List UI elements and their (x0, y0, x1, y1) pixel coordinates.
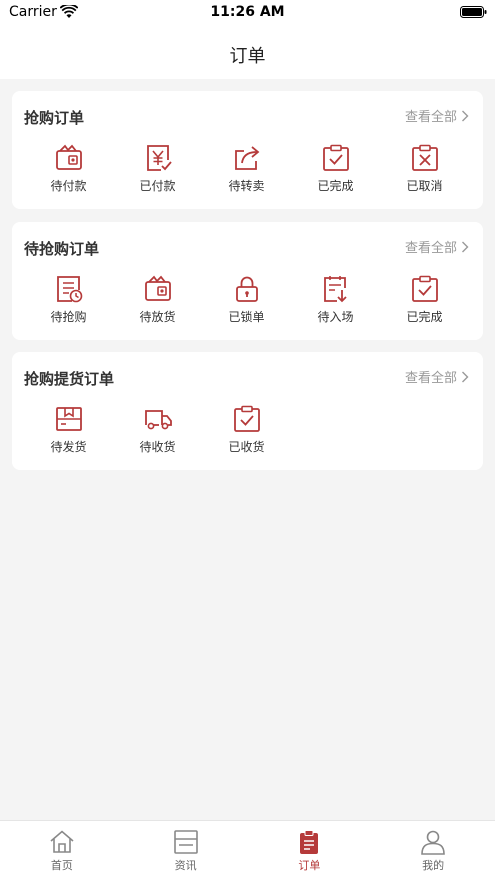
tab-label: 订单 (298, 859, 321, 872)
order-status-received[interactable]: 已收货 (202, 404, 291, 455)
order-status-label: 已取消 (406, 179, 443, 193)
box-icon (55, 407, 82, 431)
truck-icon (144, 410, 172, 430)
battery-icon (460, 6, 487, 18)
order-status-label: 已完成 (317, 179, 354, 193)
chevron-right-icon (462, 241, 469, 252)
order-status-locked[interactable]: 已锁单 (202, 274, 291, 325)
wallet-icon (144, 275, 171, 301)
download-doc-icon (323, 276, 347, 303)
section-title: 待抢购订单 (24, 240, 100, 258)
clipboard-check-icon (322, 144, 349, 171)
news-icon (173, 830, 198, 854)
section-title: 抢购提货订单 (24, 370, 115, 388)
status-bar: Carrier 11:26 AM (0, 0, 495, 26)
order-icon (300, 830, 319, 854)
clock: 11:26 AM (210, 4, 285, 20)
order-status-label: 待发货 (50, 440, 87, 454)
view-all-link[interactable]: 查看全部 (405, 237, 469, 256)
order-status-paid[interactable]: 已付款 (113, 143, 202, 194)
clipboard-x-icon (411, 144, 438, 171)
order-status-completed[interactable]: 已完成 (380, 274, 469, 325)
order-status-pending-entry[interactable]: 待入场 (291, 274, 380, 325)
navigation-bar: 订单 (0, 26, 495, 79)
home-icon (50, 830, 74, 853)
clipboard-check-icon (233, 405, 260, 432)
section-title: 抢购订单 (24, 109, 85, 127)
view-all-link[interactable]: 查看全部 (405, 106, 469, 125)
view-all-label: 查看全部 (404, 110, 457, 125)
tab-profile[interactable]: 我的 (371, 821, 495, 881)
tab-label: 我的 (422, 859, 445, 872)
tab-label: 资讯 (174, 859, 197, 872)
order-status-pending-payment[interactable]: 待付款 (24, 143, 113, 194)
order-status-label: 已锁单 (228, 310, 265, 324)
order-status-pending-receipt[interactable]: 待收货 (113, 404, 202, 455)
section-card-pickup-orders: 抢购提货订单 查看全部 待发货 待收货 已收货 (12, 352, 483, 470)
page-title: 订单 (229, 46, 266, 67)
section-card-pending-rush-orders: 待抢购订单 查看全部 待抢购 待放货 已锁单 待入场 已完成 (12, 222, 483, 340)
order-status-cancelled[interactable]: 已取消 (380, 143, 469, 194)
order-status-label: 待入场 (317, 310, 354, 324)
user-icon (421, 830, 445, 855)
order-status-label: 已收货 (228, 440, 265, 454)
order-status-pending-release[interactable]: 待放货 (113, 274, 202, 325)
list-clock-icon (56, 276, 82, 303)
tab-news[interactable]: 资讯 (124, 821, 248, 881)
order-status-label: 已付款 (139, 179, 176, 193)
order-status-pending-resale[interactable]: 待转卖 (202, 143, 291, 194)
wallet-icon (55, 144, 82, 170)
order-status-label: 待抢购 (50, 310, 87, 324)
share-icon (234, 146, 259, 170)
order-status-pending-shipment[interactable]: 待发货 (24, 404, 113, 455)
bottom-tab-bar: 首页 资讯 订单 我的 (0, 820, 495, 881)
section-card-rush-orders: 抢购订单 查看全部 待付款 已付款 待转卖 已完成 已取消 (12, 91, 483, 209)
view-all-label: 查看全部 (404, 241, 457, 256)
view-all-label: 查看全部 (404, 371, 457, 386)
chevron-right-icon (462, 371, 469, 382)
order-status-label: 待放货 (139, 310, 176, 324)
order-status-label: 待付款 (50, 179, 87, 193)
tab-label: 首页 (50, 859, 73, 872)
yen-check-icon (146, 145, 172, 171)
order-status-label: 待转卖 (228, 179, 265, 193)
order-status-pending-rush[interactable]: 待抢购 (24, 274, 113, 325)
order-status-label: 待收货 (139, 440, 176, 454)
tab-home[interactable]: 首页 (0, 821, 124, 881)
clipboard-check-icon (411, 275, 438, 302)
lock-icon (235, 276, 258, 302)
order-status-label: 已完成 (406, 310, 443, 324)
order-status-completed[interactable]: 已完成 (291, 143, 380, 194)
view-all-link[interactable]: 查看全部 (405, 367, 469, 386)
tab-orders[interactable]: 订单 (248, 821, 372, 881)
chevron-right-icon (462, 110, 469, 121)
